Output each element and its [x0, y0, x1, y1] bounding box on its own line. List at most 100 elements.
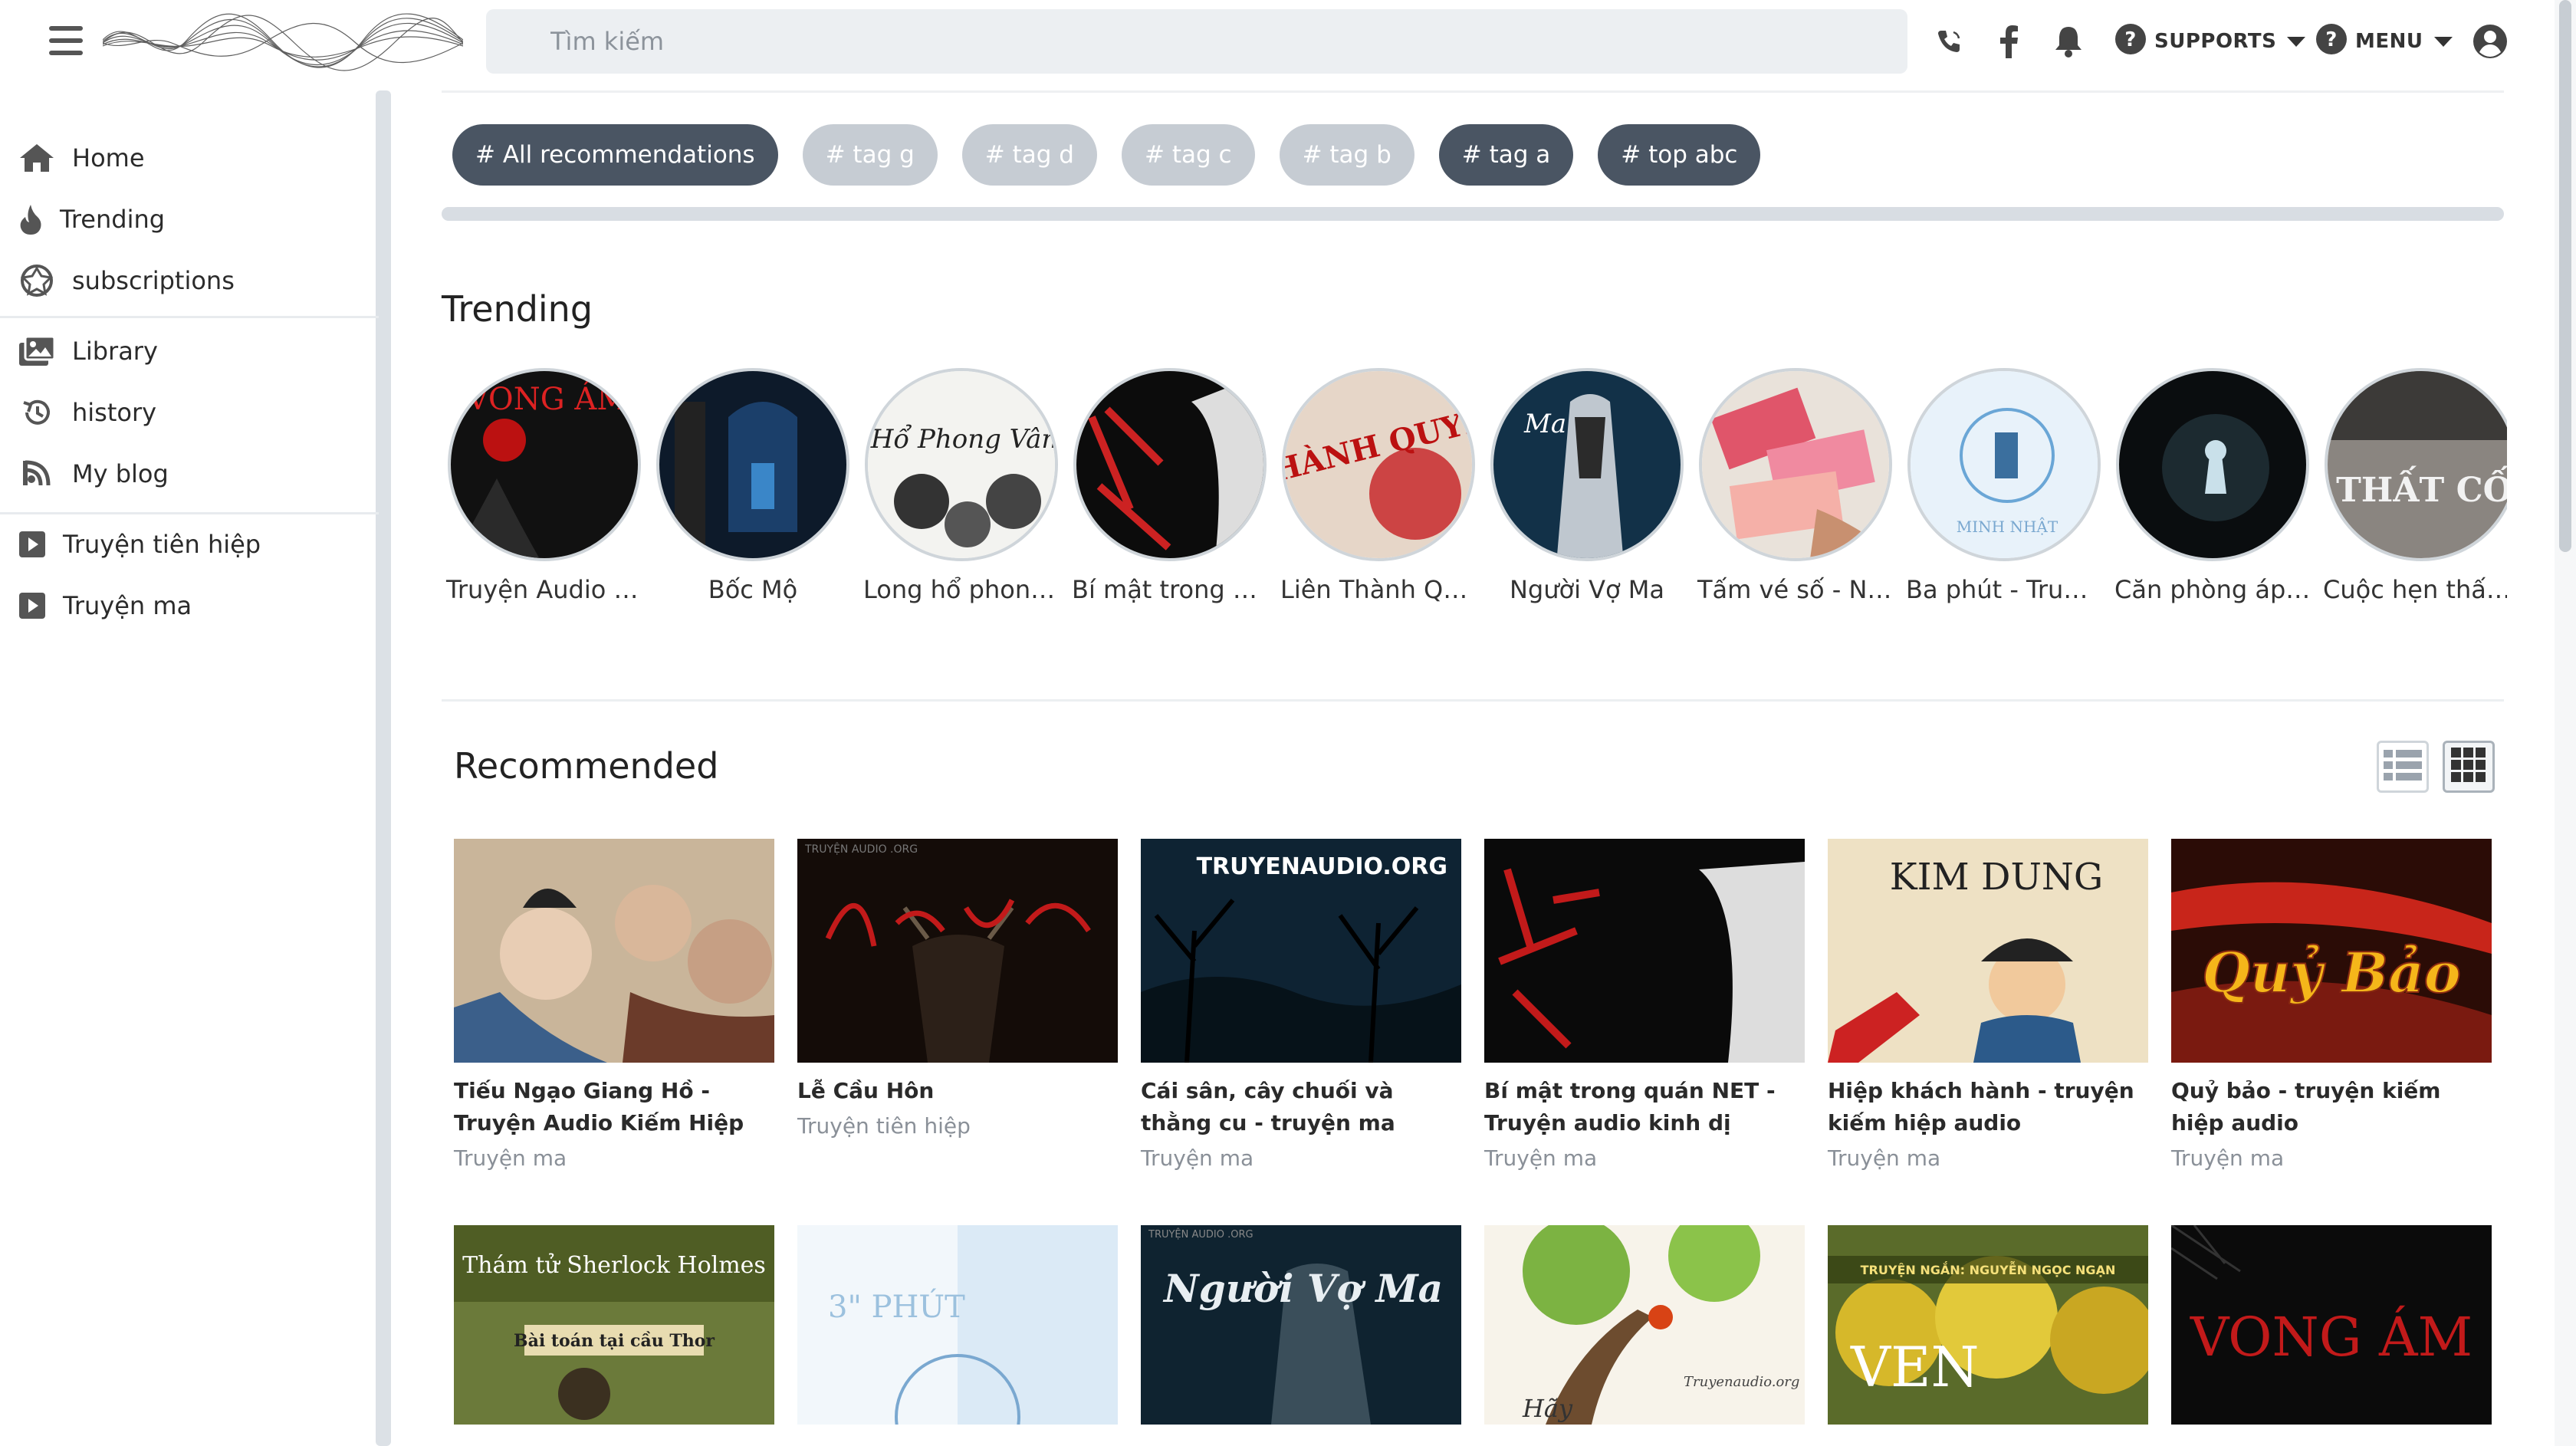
story-card[interactable]: TRUYỆN AUDIO .ORG Lễ Cầu Hôn Truyện tiên…	[797, 839, 1118, 1139]
sidebar-item-library[interactable]: Library	[17, 328, 158, 374]
sidebar-item-truyen-ma[interactable]: Truyện ma	[17, 583, 192, 629]
sidebar-item-label: history	[72, 398, 157, 427]
trending-thumbnail: Ma	[1490, 368, 1684, 561]
thumbnail-text: Hãy	[1522, 1394, 1573, 1423]
story-card[interactable]: Truyenaudio.org Hãy	[1484, 1225, 1805, 1425]
sidebar-scrollbar[interactable]	[376, 90, 391, 1446]
help-icon: ?	[2114, 23, 2147, 61]
sidebar-item-label: subscriptions	[72, 266, 235, 295]
card-category[interactable]: Truyện ma	[454, 1145, 774, 1171]
menu-icon[interactable]	[49, 26, 83, 55]
story-card[interactable]: 3" PHÚT	[797, 1225, 1118, 1425]
recommended-title: Recommended	[454, 745, 719, 787]
trending-item[interactable]: MINH NHẬT Ba phút - Truyệ...	[1904, 368, 2104, 604]
sidebar-item-truyen-tien-hiep[interactable]: Truyện tiên hiệp	[17, 521, 261, 567]
story-card[interactable]: Người Vợ Ma TRUYỆN AUDIO .ORG	[1141, 1225, 1461, 1425]
story-card[interactable]: TRUYỆN NGẮN: NGUYỄN NGỌC NGẠN VEN	[1828, 1225, 2148, 1425]
phone-icon[interactable]	[1929, 21, 1969, 61]
trending-item-label: Bốc Mộ	[708, 575, 798, 604]
sidebar-item-subscriptions[interactable]: subscriptions	[17, 258, 235, 304]
page-scrollbar-thumb[interactable]	[2559, 0, 2571, 552]
card-title[interactable]: Hiệp khách hành - truyện kiếm hiệp audio	[1828, 1075, 2148, 1139]
trending-item[interactable]: Tấm vé số - Ng...	[1696, 368, 1895, 604]
story-card[interactable]: Quỷ Bảo Quỷ bảo - truyện kiếm hiệp audio…	[2171, 839, 2492, 1171]
trending-item[interactable]: Hổ Phong Vân Long hổ phong ...	[862, 368, 1061, 604]
trending-item[interactable]: Ma Người Vợ Ma	[1487, 368, 1687, 604]
card-title[interactable]: Lễ Cầu Hôn	[797, 1075, 1118, 1107]
chevron-down-icon	[2433, 36, 2453, 47]
sidebar-item-label: Home	[72, 143, 145, 173]
card-title[interactable]: Bí mật trong quán NET - Truyện audio kin…	[1484, 1075, 1805, 1139]
sidebar-item-label: Truyện ma	[63, 591, 192, 620]
list-view-button[interactable]	[2377, 741, 2429, 793]
tag-top-abc[interactable]: # top abc	[1598, 124, 1761, 186]
card-category[interactable]: Truyện ma	[1141, 1145, 1461, 1171]
tag-scrollbar[interactable]	[442, 207, 2504, 221]
section-divider	[442, 699, 2504, 702]
tag-g[interactable]: # tag g	[802, 124, 938, 186]
supports-label: SUPPORTS	[2154, 30, 2277, 53]
thumbnail-text: Ma	[1523, 409, 1566, 439]
sidebar-item-home[interactable]: Home	[17, 135, 145, 181]
card-category[interactable]: Truyện ma	[1828, 1145, 2148, 1171]
tag-c[interactable]: # tag c	[1122, 124, 1255, 186]
story-card[interactable]: KIM DUNG Hiệp khách hành - truyện kiếm h…	[1828, 839, 2148, 1171]
trending-item[interactable]: THÀNH QUYẾT Liên Thành Quy...	[1279, 368, 1478, 604]
story-card[interactable]: Tiếu Ngạo Giang Hồ - Truyện Audio Kiếm H…	[454, 839, 774, 1171]
card-category[interactable]: Truyện ma	[1484, 1145, 1805, 1171]
search-bar[interactable]	[486, 9, 1907, 74]
sidebar-item-trending[interactable]: Trending	[17, 196, 165, 242]
thumbnail-text: VONG ÁM	[2190, 1306, 2472, 1369]
story-card[interactable]: Bí mật trong quán NET - Truyện audio kin…	[1484, 839, 1805, 1171]
tag-d[interactable]: # tag d	[961, 124, 1097, 186]
card-title[interactable]: Quỷ bảo - truyện kiếm hiệp audio	[2171, 1075, 2492, 1139]
home-icon	[17, 138, 57, 178]
tag-all-recommendations[interactable]: # All recommendations	[452, 124, 778, 186]
menu-dropdown[interactable]: ? MENU	[2315, 23, 2453, 60]
user-icon[interactable]	[2470, 21, 2510, 61]
thumbnail-text: MINH NHẬT	[1957, 517, 2058, 536]
facebook-icon[interactable]	[1989, 21, 2029, 61]
trending-thumbnail	[1699, 368, 1892, 561]
trending-carousel: VONG ÁM Truyện Audio ki... Bốc Mộ Hổ Pho…	[445, 368, 2507, 613]
help-icon: ?	[2315, 23, 2348, 61]
card-title[interactable]: Cái sân, cây chuối và thằng cu - truyện …	[1141, 1075, 1461, 1139]
supports-dropdown[interactable]: ? SUPPORTS	[2114, 23, 2306, 61]
trending-item-label: Bí mật trong qu...	[1072, 575, 1270, 604]
sidebar-item-label: Truyện tiên hiệp	[63, 530, 261, 559]
card-thumbnail: VONG ÁM	[2171, 1225, 2492, 1425]
tag-b[interactable]: # tag b	[1279, 124, 1414, 186]
card-category[interactable]: Truyện ma	[2171, 1145, 2492, 1171]
card-thumbnail	[1484, 839, 1805, 1063]
thumbnail-text: Quỷ Bảo	[2202, 940, 2461, 1005]
search-input[interactable]	[486, 9, 1907, 74]
story-card[interactable]: Thám tử Sherlock Holmes Bài toán tại cầu …	[454, 1225, 774, 1425]
card-thumbnail: TRUYỆN AUDIO .ORG	[797, 839, 1118, 1063]
trending-item[interactable]: Bốc Mộ	[653, 368, 853, 604]
card-thumbnail: Thám tử Sherlock Holmes Bài toán tại cầu …	[454, 1225, 774, 1425]
chevron-down-icon	[2287, 36, 2306, 47]
trending-item[interactable]: Căn phòng áp ...	[2113, 368, 2312, 604]
tag-a[interactable]: # tag a	[1438, 124, 1574, 186]
play-icon	[17, 524, 48, 564]
page-scrollbar[interactable]	[2555, 0, 2576, 1446]
card-category[interactable]: Truyện tiên hiệp	[797, 1113, 1118, 1139]
bell-icon[interactable]	[2049, 21, 2088, 61]
trending-thumbnail: THÀNH QUYẾT	[1282, 368, 1475, 561]
thumbnail-text: THẤT CỐ	[2336, 465, 2507, 510]
sidebar-item-history[interactable]: history	[17, 389, 156, 435]
trending-thumbnail	[2116, 368, 2309, 561]
story-card[interactable]: VONG ÁM	[2171, 1225, 2492, 1425]
sidebar-item-my-blog[interactable]: My blog	[17, 451, 169, 497]
card-title[interactable]: Tiếu Ngạo Giang Hồ - Truyện Audio Kiếm H…	[454, 1075, 774, 1139]
library-icon	[17, 331, 57, 371]
sidebar-item-label: Library	[72, 337, 158, 366]
trending-item[interactable]: VONG ÁM Truyện Audio ki...	[445, 368, 644, 604]
trending-item[interactable]: Bí mật trong qu...	[1070, 368, 1270, 604]
thumbnail-subtext: Truyenaudio.org	[1684, 1374, 1799, 1390]
story-card[interactable]: TRUYENAUDIO.ORG Cái sân, cây chuối và th…	[1141, 839, 1461, 1171]
sound-wave-logo[interactable]	[103, 6, 463, 80]
thumbnail-text: TRUYỆN AUDIO .ORG	[804, 842, 918, 856]
trending-item[interactable]: THẤT CỐ Cuộc hẹn thất c...	[2321, 368, 2507, 604]
grid-view-button[interactable]	[2443, 741, 2495, 793]
